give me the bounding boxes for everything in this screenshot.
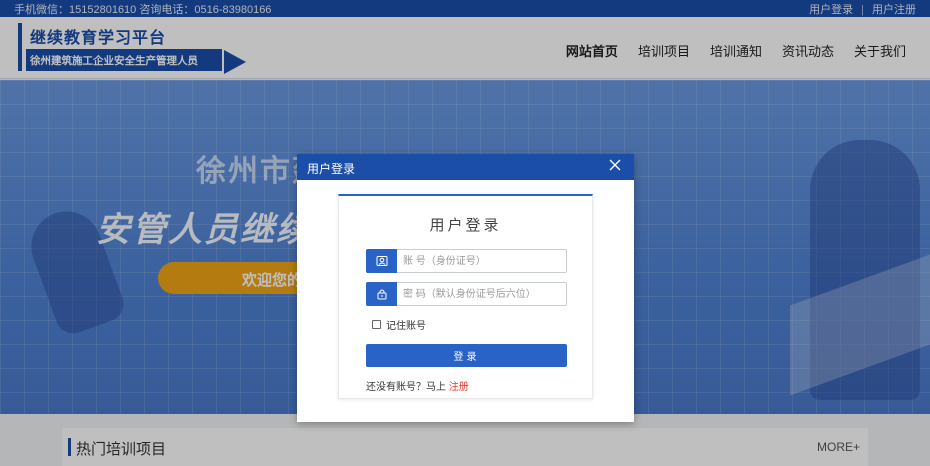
close-icon[interactable] [608, 158, 622, 172]
login-card: 用户登录 记住账号 登录 还没有账号？马上 注册 [338, 194, 593, 399]
account-input[interactable] [403, 253, 561, 269]
password-field[interactable] [366, 282, 567, 306]
login-card-title: 用户登录 [429, 217, 502, 234]
login-modal: 用户登录 用户登录 记住账号 登录 还没有账号？马上 注册 [297, 154, 634, 422]
account-field[interactable] [366, 249, 567, 273]
user-icon [366, 249, 397, 273]
remember-label: 记住账号 [386, 321, 426, 332]
modal-title: 用户登录 [307, 162, 356, 176]
modal-header: 用户登录 [297, 154, 634, 180]
password-input[interactable] [403, 286, 561, 302]
remember-account[interactable]: 记住账号 [372, 317, 426, 332]
register-prompt: 还没有账号？马上 注册 [366, 378, 469, 393]
no-account-text: 还没有账号？马上 [366, 382, 446, 393]
lock-icon [366, 282, 397, 306]
login-button[interactable]: 登录 [366, 344, 567, 367]
modal-register-link[interactable]: 注册 [449, 382, 469, 393]
remember-checkbox[interactable] [372, 320, 381, 329]
